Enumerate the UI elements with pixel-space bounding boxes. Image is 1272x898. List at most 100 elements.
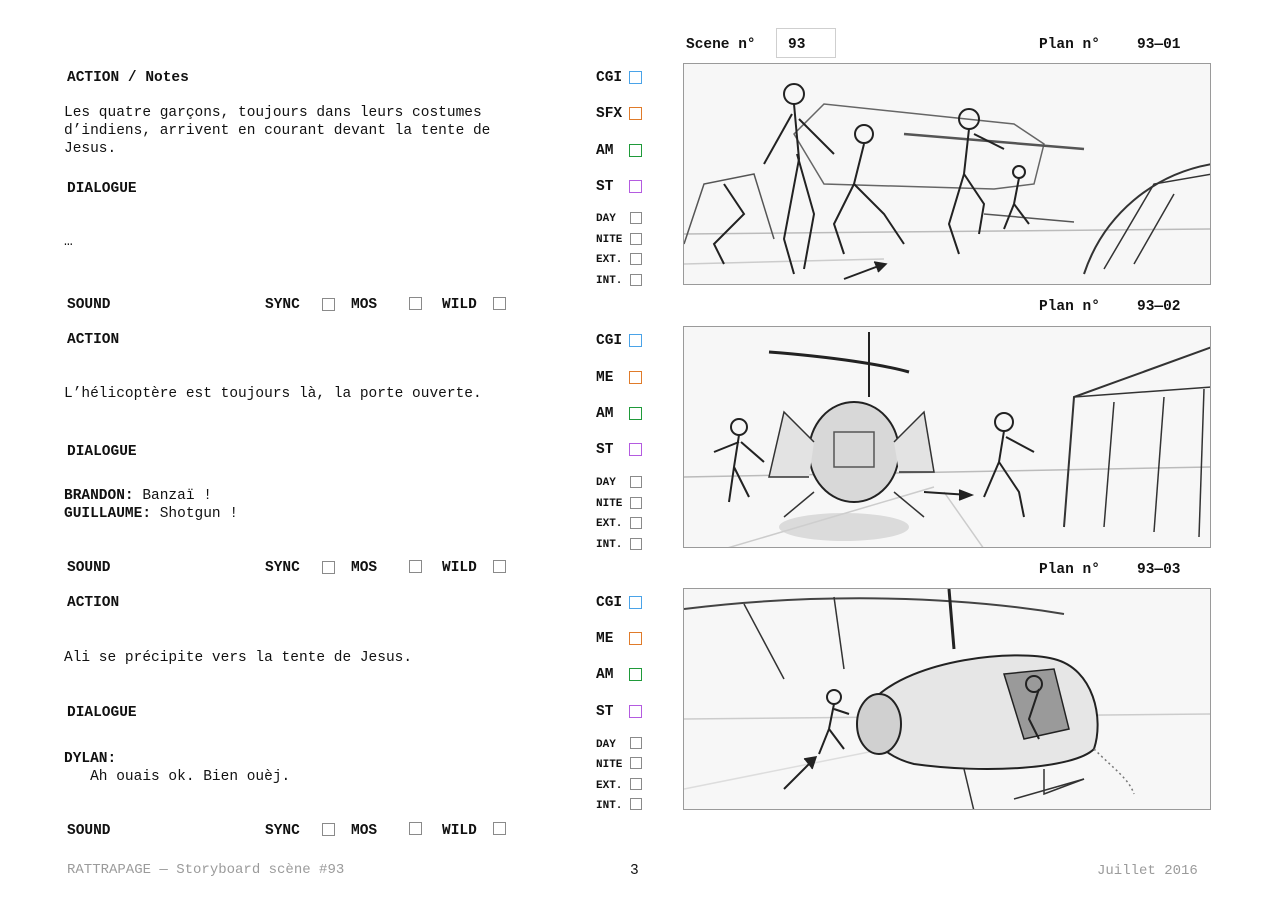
footer-title: RATTRAPAGE — Storyboard scène #93	[67, 862, 345, 878]
mos-checkbox[interactable]	[409, 297, 422, 310]
cgi-label: CGI	[596, 333, 623, 349]
ext-checkbox[interactable]	[630, 253, 642, 265]
am-checkbox[interactable]	[629, 407, 642, 420]
cgi-label: CGI	[596, 70, 623, 86]
am-label: AM	[596, 406, 614, 422]
plan-label: Plan n°	[1039, 562, 1100, 578]
wild-label: WILD	[442, 823, 477, 839]
dialogue-label: DIALOGUE	[67, 181, 137, 197]
am-checkbox[interactable]	[629, 668, 642, 681]
int-label: INT.	[596, 539, 623, 551]
st-checkbox[interactable]	[629, 443, 642, 456]
nite-label: NITE	[596, 759, 623, 771]
action-label: ACTION / Notes	[67, 70, 189, 86]
dialogue-line: Ah ouais ok. Bien ouèj.	[64, 769, 291, 785]
day-label: DAY	[596, 739, 616, 751]
action-text-line: Les quatre garçons, toujours dans leurs …	[64, 105, 482, 121]
ext-label: EXT.	[596, 780, 623, 792]
me-checkbox[interactable]	[629, 371, 642, 384]
int-checkbox[interactable]	[630, 274, 642, 286]
sound-label: SOUND	[67, 823, 111, 839]
mos-checkbox[interactable]	[409, 822, 422, 835]
action-label: ACTION	[67, 595, 120, 611]
ext-label: EXT.	[596, 518, 623, 530]
wild-checkbox[interactable]	[493, 560, 506, 573]
plan-number: 93—01	[1137, 37, 1181, 53]
int-checkbox[interactable]	[630, 798, 642, 810]
action-text-line: d’indiens, arrivent en courant devant la…	[64, 123, 491, 139]
nite-label: NITE	[596, 498, 623, 510]
speaker-name: DYLAN:	[64, 751, 117, 767]
storyboard-sketch-93-02	[683, 326, 1211, 548]
st-checkbox[interactable]	[629, 180, 642, 193]
mos-label: MOS	[351, 560, 378, 576]
page-number: 3	[630, 863, 639, 879]
nite-checkbox[interactable]	[630, 497, 642, 509]
storyboard-sketch-93-01	[683, 63, 1211, 285]
st-label: ST	[596, 442, 614, 458]
sync-label: SYNC	[265, 560, 300, 576]
ext-checkbox[interactable]	[630, 778, 642, 790]
nite-label: NITE	[596, 234, 623, 246]
wild-label: WILD	[442, 560, 477, 576]
int-label: INT.	[596, 800, 623, 812]
wild-label: WILD	[442, 297, 477, 313]
st-label: ST	[596, 704, 614, 720]
speaker-name: GUILLAUME:	[64, 506, 152, 522]
footer-date: Juillet 2016	[1097, 863, 1198, 879]
day-label: DAY	[596, 477, 616, 489]
dialogue-label: DIALOGUE	[67, 444, 137, 460]
mos-label: MOS	[351, 823, 378, 839]
st-checkbox[interactable]	[629, 705, 642, 718]
mos-label: MOS	[351, 297, 378, 313]
sound-label: SOUND	[67, 297, 111, 313]
sync-checkbox[interactable]	[322, 298, 335, 311]
cgi-checkbox[interactable]	[629, 596, 642, 609]
sync-label: SYNC	[265, 297, 300, 313]
st-label: ST	[596, 179, 614, 195]
int-checkbox[interactable]	[630, 538, 642, 550]
sfx-checkbox[interactable]	[629, 107, 642, 120]
cgi-checkbox[interactable]	[629, 71, 642, 84]
me-checkbox[interactable]	[629, 632, 642, 645]
ext-label: EXT.	[596, 254, 623, 266]
sync-label: SYNC	[265, 823, 300, 839]
cgi-checkbox[interactable]	[629, 334, 642, 347]
sync-checkbox[interactable]	[322, 823, 335, 836]
speaker-name: BRANDON:	[64, 488, 134, 504]
wild-checkbox[interactable]	[493, 822, 506, 835]
day-label: DAY	[596, 213, 616, 225]
dialogue-label: DIALOGUE	[67, 705, 137, 721]
dialogue-text: Shotgun !	[151, 506, 239, 522]
day-checkbox[interactable]	[630, 737, 642, 749]
dialogue-line: GUILLAUME: Shotgun !	[64, 505, 238, 523]
nite-checkbox[interactable]	[630, 757, 642, 769]
action-text-line: Ali se précipite vers la tente de Jesus.	[64, 650, 413, 666]
scene-number-field[interactable]: 93	[776, 28, 836, 58]
ext-checkbox[interactable]	[630, 517, 642, 529]
dialogue-line: …	[64, 234, 73, 250]
dialogue-line: BRANDON: Banzaï !	[64, 487, 212, 505]
plan-label: Plan n°	[1039, 37, 1100, 53]
wild-checkbox[interactable]	[493, 297, 506, 310]
storyboard-sketch-93-03	[683, 588, 1211, 810]
plan-number: 93—02	[1137, 299, 1181, 315]
day-checkbox[interactable]	[630, 476, 642, 488]
action-text-line: L’hélicoptère est toujours là, la porte …	[64, 386, 482, 402]
int-label: INT.	[596, 275, 623, 287]
mos-checkbox[interactable]	[409, 560, 422, 573]
sfx-label: SFX	[596, 106, 623, 122]
sound-label: SOUND	[67, 560, 111, 576]
am-checkbox[interactable]	[629, 144, 642, 157]
nite-checkbox[interactable]	[630, 233, 642, 245]
cgi-label: CGI	[596, 595, 623, 611]
dialogue-text: Banzaï !	[133, 488, 212, 504]
day-checkbox[interactable]	[630, 212, 642, 224]
action-label: ACTION	[67, 332, 120, 348]
am-label: AM	[596, 667, 614, 683]
sync-checkbox[interactable]	[322, 561, 335, 574]
plan-number: 93—03	[1137, 562, 1181, 578]
me-label: ME	[596, 370, 614, 386]
am-label: AM	[596, 143, 614, 159]
me-label: ME	[596, 631, 614, 647]
